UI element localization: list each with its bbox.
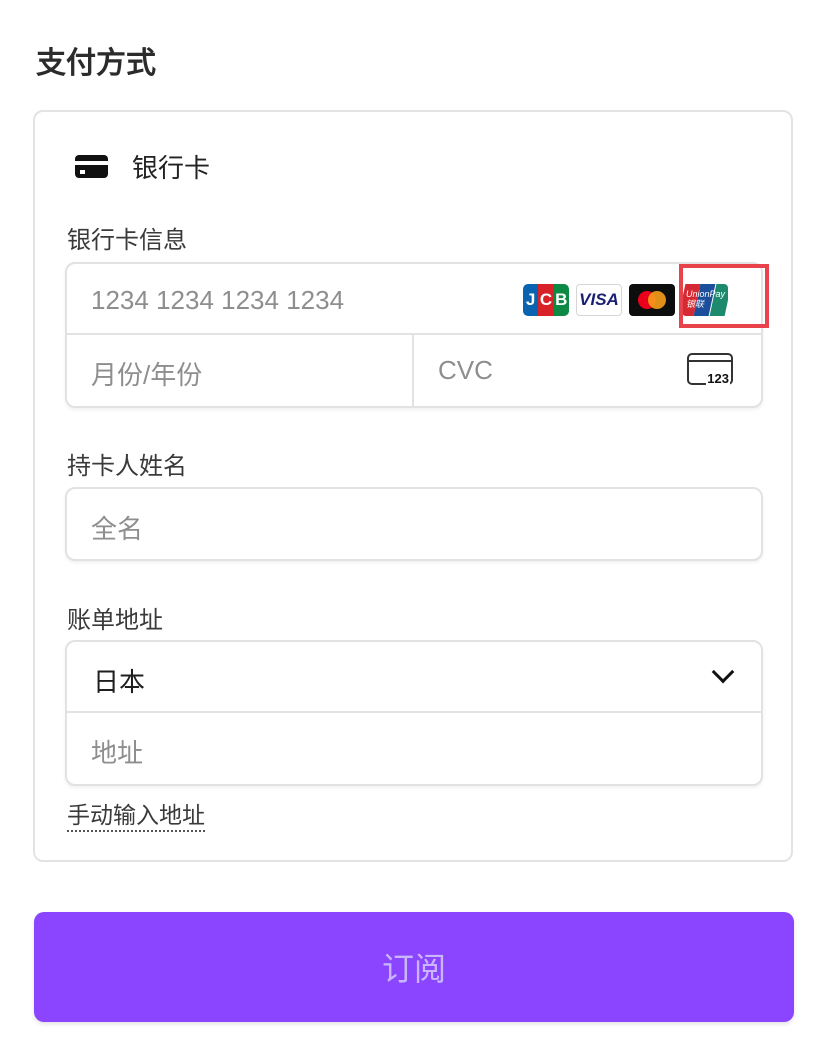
cvc-card-icon: 123 [687,353,733,386]
mastercard-logo-icon [629,284,675,316]
billing-address-label: 账单地址 [67,606,163,634]
jcb-letter-j: J [523,284,539,316]
expiry-field[interactable]: 月份/年份 [67,335,414,408]
cvc-placeholder: CVC [438,355,493,385]
method-row[interactable]: 银行卡 [75,148,210,185]
jcb-letter-c: C [538,284,554,316]
card-info-label: 银行卡信息 [67,226,187,254]
cvc-icon-text: 123 [706,371,730,386]
jcb-logo-icon: J C B [523,284,569,316]
subscribe-button[interactable]: 订阅 [34,912,794,1022]
country-select[interactable]: 日本 [67,642,761,713]
chevron-down-icon [711,660,735,684]
jcb-letter-b: B [553,284,569,316]
cvc-field[interactable]: CVC 123 [414,335,761,408]
credit-card-icon [75,155,108,178]
country-value: 日本 [93,668,146,698]
unionpay-highlight-box [679,264,769,328]
visa-logo-icon: VISA [576,284,622,316]
payment-method-panel: 银行卡 银行卡信息 1234 1234 1234 1234 J C B VISA… [33,110,793,862]
manual-address-link[interactable]: 手动输入地址 [67,802,205,832]
method-label: 银行卡 [132,154,211,184]
cardholder-placeholder: 全名 [91,514,144,544]
address-placeholder: 地址 [91,738,144,768]
cardholder-name-input[interactable]: 全名 [65,487,763,561]
expiry-placeholder: 月份/年份 [91,360,203,390]
cardholder-label: 持卡人姓名 [67,452,187,480]
card-input-group: 1234 1234 1234 1234 J C B VISA UnionPay … [65,262,769,408]
billing-address-group: 日本 地址 [65,640,763,786]
expiry-cvc-row: 月份/年份 CVC 123 [67,335,761,408]
card-number-placeholder: 1234 1234 1234 1234 [91,285,345,315]
payment-page: 支付方式 银行卡 银行卡信息 1234 1234 1234 1234 J C B… [0,0,832,1062]
page-title: 支付方式 [36,46,156,81]
address-input[interactable]: 地址 [67,713,761,786]
card-number-field[interactable]: 1234 1234 1234 1234 J C B VISA UnionPay … [67,264,769,335]
